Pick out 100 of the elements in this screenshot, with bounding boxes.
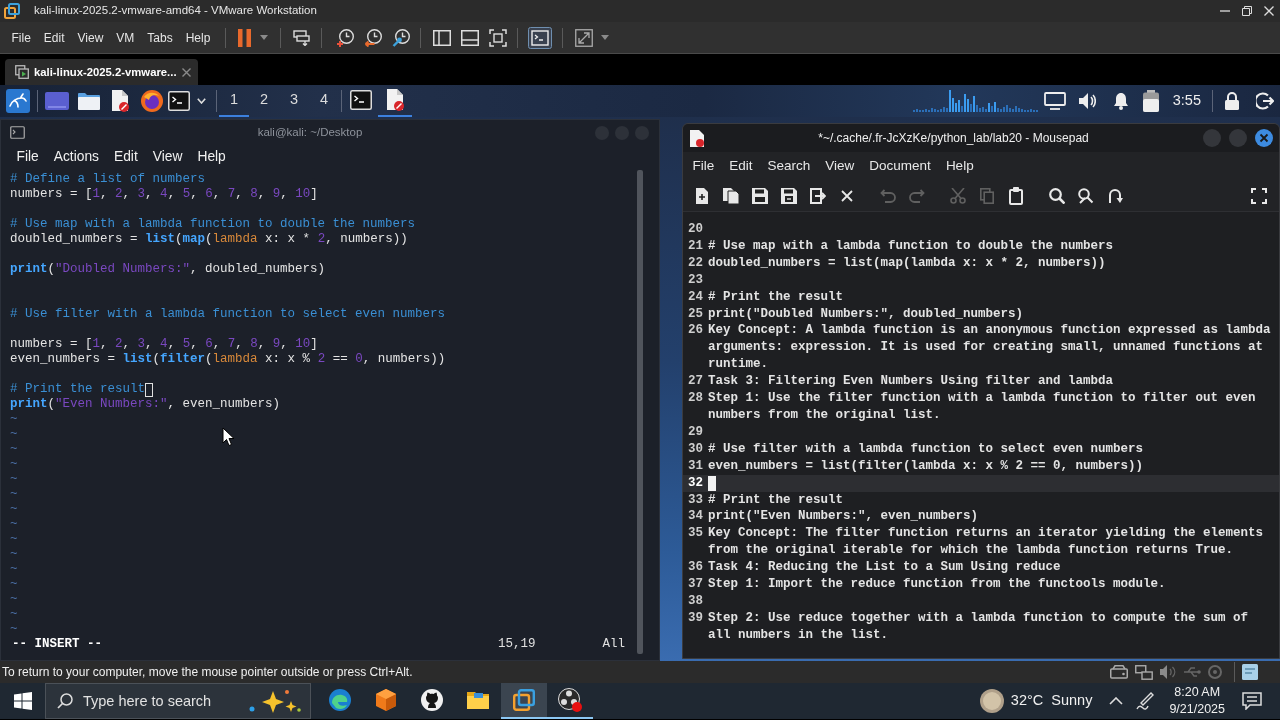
empty-line-marker: ~ xyxy=(10,532,18,547)
screens-arrow-icon[interactable] xyxy=(292,29,311,46)
line-number: 33 xyxy=(688,491,703,509)
code-line: doubled_numbers = list(map(lambda x: x * 2, numbers)) xyxy=(10,232,408,247)
save-icon[interactable] xyxy=(751,187,768,204)
menu-item[interactable]: File xyxy=(9,147,47,168)
line-number: 30 xyxy=(688,440,703,458)
scrollbar[interactable] xyxy=(637,170,643,654)
app-logo-icon xyxy=(4,3,20,19)
menu-item[interactable]: Help xyxy=(189,147,234,168)
app-menu-icon[interactable] xyxy=(6,89,30,113)
empty-line-marker: ~ xyxy=(10,502,18,517)
clock-wrench-icon[interactable] xyxy=(391,28,410,47)
empty-line-marker: ~ xyxy=(10,427,18,442)
code-line: print("Doubled Numbers:", doubled_numbers) xyxy=(10,262,326,277)
clock-date[interactable]: 9/21/2025 xyxy=(1169,701,1225,718)
editor-mode: -- INSERT -- xyxy=(12,637,102,652)
sidebar-layout-icon[interactable] xyxy=(432,29,451,46)
sparkles-icon xyxy=(249,689,301,713)
code-line: print("Doubled Numbers:", doubled_numbers) xyxy=(708,305,1024,323)
line-number: 37 xyxy=(688,576,703,593)
documents-icon[interactable] xyxy=(722,187,739,204)
line-number: 21 xyxy=(688,237,703,255)
code-line: even_numbers = list(filter(lambda x: x % 2 == 0, numbers)) xyxy=(708,457,1144,475)
volume-icon[interactable] xyxy=(1077,92,1096,110)
network-icon[interactable] xyxy=(1135,664,1153,680)
menu-item[interactable]: Edit xyxy=(37,28,72,47)
menu-item[interactable]: VM xyxy=(109,28,141,47)
menu-item[interactable]: Help xyxy=(179,28,217,47)
lock-icon[interactable] xyxy=(1225,92,1239,110)
line-number: 22 xyxy=(688,254,703,272)
speaker-icon[interactable] xyxy=(1160,665,1176,679)
battery-icon[interactable] xyxy=(1142,90,1159,112)
paste-icon[interactable] xyxy=(1008,186,1023,205)
save-as-icon[interactable] xyxy=(780,187,797,204)
swirl-icon xyxy=(329,689,351,711)
menu-item[interactable]: File xyxy=(685,155,722,177)
empty-line-marker: ~ xyxy=(10,457,18,472)
terminal-icon[interactable] xyxy=(168,91,190,111)
logout-icon[interactable] xyxy=(1256,92,1274,110)
sun-icon[interactable] xyxy=(979,689,1004,713)
expand-arrows-icon[interactable] xyxy=(574,28,593,47)
weather-condition[interactable]: Sunny xyxy=(1051,690,1093,712)
empty-line-marker: ~ xyxy=(10,472,18,487)
temperature[interactable]: 32°C xyxy=(1010,690,1044,712)
workspace-tab[interactable]: 3 xyxy=(279,85,309,117)
search-field[interactable]: Type here to search xyxy=(45,683,311,719)
message-icon[interactable] xyxy=(1242,692,1262,710)
menu-item[interactable]: Edit xyxy=(721,155,761,177)
document-arrow-icon[interactable] xyxy=(809,187,826,204)
panel-clock[interactable]: 3:55 xyxy=(1172,90,1201,112)
vm-tab[interactable]: kali-linux-2025.2-vmware... xyxy=(5,59,198,85)
console-icon[interactable] xyxy=(527,26,552,49)
arc-arrow-icon[interactable] xyxy=(1106,187,1123,204)
new-document-icon[interactable] xyxy=(695,187,708,204)
code-line: print("Even Numbers:", even_numbers) xyxy=(10,397,281,412)
bell-icon[interactable] xyxy=(1112,92,1129,110)
empty-line-marker: ~ xyxy=(10,487,18,502)
windows-logo-icon[interactable] xyxy=(13,692,32,710)
workspace-tab[interactable]: 2 xyxy=(249,85,279,117)
code-line: Key Concept: The filter function returns an iterator yielding the elements from the original iterable for which the lambda function returns True. xyxy=(708,525,1265,560)
search-replace-icon[interactable] xyxy=(1077,187,1094,204)
mouse-pointer-icon xyxy=(222,427,235,447)
circles-dot-icon xyxy=(558,688,582,712)
cube-icon xyxy=(376,689,396,711)
pause-icon[interactable] xyxy=(237,28,251,47)
menu-item[interactable]: View xyxy=(71,28,110,47)
pen-icon[interactable] xyxy=(1135,691,1156,711)
menu-item[interactable]: View xyxy=(817,155,862,177)
menu-item[interactable]: Search xyxy=(760,155,818,177)
terminal-icon xyxy=(10,126,25,139)
menu-item[interactable]: View xyxy=(145,147,190,168)
line-number: 27 xyxy=(688,373,703,391)
menu-item[interactable]: Actions xyxy=(46,147,107,168)
fullscreen-icon[interactable] xyxy=(488,28,507,47)
workspace-tab[interactable]: 4 xyxy=(309,85,339,117)
hard-drive-icon[interactable] xyxy=(1110,665,1128,679)
menu-item[interactable]: Tabs xyxy=(140,28,180,47)
monitor-icon[interactable] xyxy=(1043,92,1066,110)
caret-icon[interactable] xyxy=(197,98,206,104)
document-badge-icon[interactable] xyxy=(111,90,129,112)
clock-plus-icon[interactable] xyxy=(335,28,354,47)
search-icon[interactable] xyxy=(1048,187,1065,204)
menu-item[interactable]: File xyxy=(5,28,38,47)
empty-line-marker: ~ xyxy=(10,622,18,637)
menu-item[interactable]: Document xyxy=(861,155,939,177)
menu-item[interactable]: Help xyxy=(938,155,982,177)
chevron-up-icon[interactable] xyxy=(1109,697,1124,705)
empty-line-marker: ~ xyxy=(10,592,18,607)
restore-icon[interactable] xyxy=(1242,6,1252,16)
usb-icon[interactable] xyxy=(1183,666,1201,678)
empty-line-marker: ~ xyxy=(10,412,18,427)
clock-time[interactable]: 8:20 AM xyxy=(1174,684,1221,701)
folder-icon[interactable] xyxy=(78,92,100,110)
globe-icon[interactable] xyxy=(141,90,163,112)
menu-item[interactable]: Edit xyxy=(106,147,146,168)
bottom-panel-icon[interactable] xyxy=(460,29,479,46)
code-line: numbers = [1, 2, 3, 4, 5, 6, 7, 8, 9, 10] xyxy=(10,337,318,352)
fullscreen-icon[interactable] xyxy=(1250,187,1267,204)
disc-icon[interactable] xyxy=(1208,665,1222,679)
